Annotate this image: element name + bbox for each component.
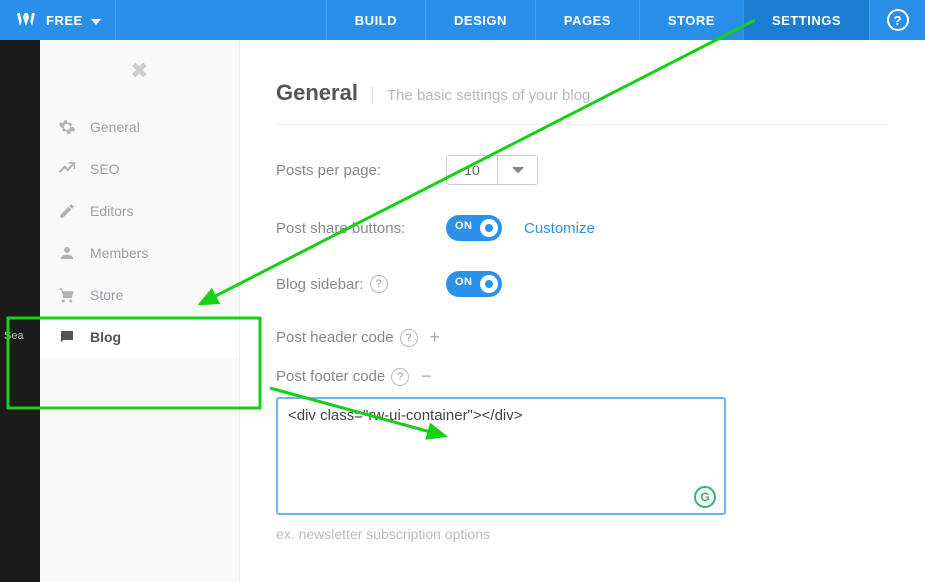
tab-pages[interactable]: PAGES [535, 0, 639, 40]
trend-icon [58, 160, 76, 178]
sidebar-item-general[interactable]: General [40, 106, 239, 148]
header-code-label: Post header code [276, 329, 394, 346]
plan-label: FREE [46, 13, 83, 28]
sidebar-item-label: General [90, 119, 140, 135]
search-label-fragment: Sea [4, 330, 24, 342]
sidebar-item-store[interactable]: Store [40, 274, 239, 316]
posts-per-page-value: 10 [447, 156, 497, 184]
toggle-knob [480, 275, 498, 293]
sidebar-item-label: Store [90, 287, 123, 303]
help-icon[interactable]: ? [391, 368, 409, 386]
chat-icon [58, 328, 76, 346]
section-header-code: Post header code ? + [276, 327, 889, 348]
close-icon[interactable]: ✖ [128, 58, 152, 84]
row-posts-per-page: Posts per page: 10 [276, 155, 889, 185]
share-buttons-toggle[interactable]: ON [446, 215, 502, 241]
tab-store[interactable]: STORE [639, 0, 743, 40]
pencil-icon [58, 202, 76, 220]
help-icon[interactable]: ? [370, 275, 388, 293]
sidebar-item-editors[interactable]: Editors [40, 190, 239, 232]
sidebar-item-label: SEO [90, 161, 120, 177]
spacer [116, 0, 326, 40]
posts-per-page-label: Posts per page: [276, 162, 446, 179]
section-footer-code: Post footer code ? − G ex. newsletter su… [276, 366, 889, 542]
share-buttons-label: Post share buttons: [276, 220, 446, 237]
grammarly-icon[interactable]: G [694, 486, 716, 508]
sidebar-item-members[interactable]: Members [40, 232, 239, 274]
posts-per-page-stepper[interactable]: 10 [446, 155, 538, 185]
footer-code-hint: ex. newsletter subscription options [276, 526, 889, 542]
toggle-on-text: ON [455, 220, 473, 232]
tab-design[interactable]: DESIGN [425, 0, 535, 40]
sidebar-item-label: Members [90, 245, 148, 261]
page-title: General [276, 80, 358, 106]
weebly-logo-icon [14, 8, 38, 32]
toggle-knob [480, 219, 498, 237]
sidebar-item-seo[interactable]: SEO [40, 148, 239, 190]
row-share-buttons: Post share buttons: ON Customize [276, 215, 889, 241]
blog-sidebar-toggle[interactable]: ON [446, 271, 502, 297]
left-strip: Sea [0, 40, 40, 582]
person-icon [58, 244, 76, 262]
settings-sidebar: ✖ General SEO Editors Members Store Blog [40, 40, 240, 582]
sidebar-item-label: Editors [90, 203, 134, 219]
blog-sidebar-label: Blog sidebar: ? [276, 275, 446, 293]
main-content: General The basic settings of your blog … [240, 40, 925, 582]
expand-icon[interactable]: + [428, 327, 442, 348]
customize-link[interactable]: Customize [524, 220, 595, 237]
help-button[interactable]: ? [869, 0, 925, 40]
footer-code-label: Post footer code [276, 368, 385, 385]
chevron-down-icon[interactable] [497, 156, 537, 184]
top-tabs: BUILD DESIGN PAGES STORE SETTINGS [326, 0, 869, 40]
cart-icon [58, 286, 76, 304]
help-icon: ? [887, 9, 909, 31]
collapse-icon[interactable]: − [419, 366, 433, 387]
gear-icon [58, 118, 76, 136]
brand[interactable]: FREE [0, 0, 116, 40]
settings-menu: General SEO Editors Members Store Blog [40, 106, 239, 358]
sidebar-item-label: Blog [90, 329, 121, 345]
chevron-down-icon [91, 12, 101, 28]
top-bar: FREE BUILD DESIGN PAGES STORE SETTINGS ? [0, 0, 925, 40]
row-blog-sidebar: Blog sidebar: ? ON [276, 271, 889, 297]
footer-code-textarea[interactable] [276, 397, 726, 515]
tab-settings[interactable]: SETTINGS [743, 0, 869, 40]
page-heading: General The basic settings of your blog [276, 80, 889, 125]
help-icon[interactable]: ? [400, 329, 418, 347]
tab-build[interactable]: BUILD [326, 0, 425, 40]
sidebar-item-blog[interactable]: Blog [40, 316, 239, 358]
toggle-on-text: ON [455, 276, 473, 288]
page-subtitle: The basic settings of your blog [372, 87, 590, 104]
